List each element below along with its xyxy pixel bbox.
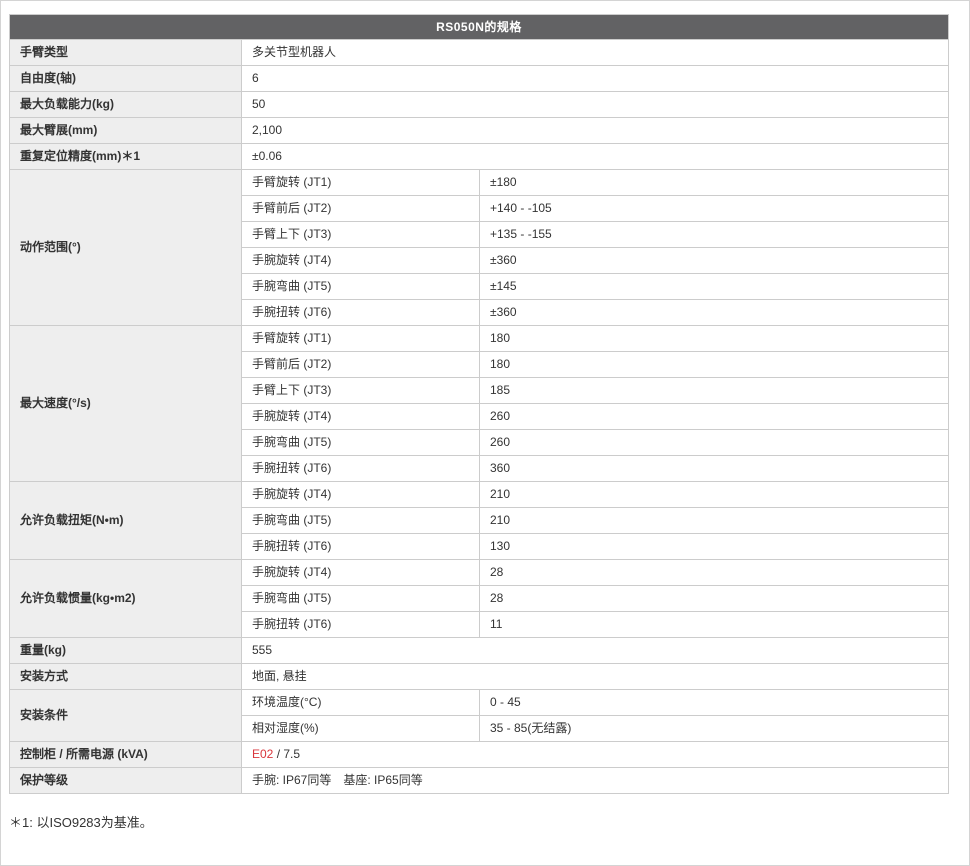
value-load-torque-jt4: 210 [480,482,949,508]
row-max-payload: 最大负载能力(kg) 50 [10,92,949,118]
value-motion-range-jt6: ±360 [480,300,949,326]
row-max-speed-jt1: 最大速度(°/s) 手臂旋转 (JT1) 180 [10,326,949,352]
joint-motion-range-jt6: 手腕扭转 (JT6) [242,300,480,326]
label-controller-power: 控制柜 / 所需电源 (kVA) [10,742,242,768]
joint-motion-range-jt5: 手腕弯曲 (JT5) [242,274,480,300]
value-motion-range-jt3: +135 - -155 [480,222,949,248]
row-arm-type: 手臂类型 多关节型机器人 [10,40,949,66]
row-load-torque-jt4: 允许负载扭矩(N•m) 手腕旋转 (JT4) 210 [10,482,949,508]
value-arm-type: 多关节型机器人 [242,40,949,66]
label-max-payload: 最大负载能力(kg) [10,92,242,118]
joint-max-speed-jt1: 手臂旋转 (JT1) [242,326,480,352]
label-load-torque: 允许负载扭矩(N•m) [10,482,242,560]
joint-motion-range-jt1: 手臂旋转 (JT1) [242,170,480,196]
label-motion-range: 动作范围(°) [10,170,242,326]
value-max-speed-jt2: 180 [480,352,949,378]
row-motion-range-jt1: 动作范围(°) 手臂旋转 (JT1) ±180 [10,170,949,196]
label-mounting: 安装方式 [10,664,242,690]
spec-table: RS050N的规格 手臂类型 多关节型机器人 自由度(轴) 6 最大负载能力(k… [9,14,949,794]
label-mass: 重量(kg) [10,638,242,664]
joint-load-inertia-jt6: 手腕扭转 (JT6) [242,612,480,638]
joint-load-inertia-jt4: 手腕旋转 (JT4) [242,560,480,586]
value-load-inertia-jt4: 28 [480,560,949,586]
label-repeatability: 重复定位精度(mm)＊1 [10,144,242,170]
row-controller-power: 控制柜 / 所需电源 (kVA) E02 / 7.5 [10,742,949,768]
value-mass: 555 [242,638,949,664]
label-max-speed: 最大速度(°/s) [10,326,242,482]
page: RS050N的规格 手臂类型 多关节型机器人 自由度(轴) 6 最大负载能力(k… [0,0,970,866]
row-load-inertia-jt4: 允许负载惯量(kg•m2) 手腕旋转 (JT4) 28 [10,560,949,586]
label-dof: 自由度(轴) [10,66,242,92]
row-protection: 保护等级 手腕: IP67同等 基座: IP65同等 [10,768,949,794]
table-title: RS050N的规格 [10,15,949,40]
value-max-speed-jt4: 260 [480,404,949,430]
row-mounting: 安装方式 地面, 悬挂 [10,664,949,690]
row-install-temperature: 安装条件 环境温度(°C) 0 - 45 [10,690,949,716]
value-motion-range-jt4: ±360 [480,248,949,274]
value-load-inertia-jt6: 11 [480,612,949,638]
label-install-conditions: 安装条件 [10,690,242,742]
value-load-torque-jt5: 210 [480,508,949,534]
joint-max-speed-jt6: 手腕扭转 (JT6) [242,456,480,482]
value-max-reach: 2,100 [242,118,949,144]
sub-install-temperature: 环境温度(°C) [242,690,480,716]
joint-load-torque-jt4: 手腕旋转 (JT4) [242,482,480,508]
joint-max-speed-jt3: 手臂上下 (JT3) [242,378,480,404]
value-max-speed-jt1: 180 [480,326,949,352]
value-mounting: 地面, 悬挂 [242,664,949,690]
value-motion-range-jt5: ±145 [480,274,949,300]
joint-max-speed-jt2: 手臂前后 (JT2) [242,352,480,378]
value-max-speed-jt6: 360 [480,456,949,482]
value-max-speed-jt5: 260 [480,430,949,456]
table-title-row: RS050N的规格 [10,15,949,40]
value-repeatability: ±0.06 [242,144,949,170]
value-install-temperature: 0 - 45 [480,690,949,716]
label-protection: 保护等级 [10,768,242,794]
row-repeatability: 重复定位精度(mm)＊1 ±0.06 [10,144,949,170]
row-dof: 自由度(轴) 6 [10,66,949,92]
label-max-reach: 最大臂展(mm) [10,118,242,144]
joint-load-torque-jt6: 手腕扭转 (JT6) [242,534,480,560]
controller-e02-link[interactable]: E02 [252,747,273,761]
joint-motion-range-jt3: 手臂上下 (JT3) [242,222,480,248]
value-load-inertia-jt5: 28 [480,586,949,612]
power-value: / 7.5 [273,747,300,761]
value-load-torque-jt6: 130 [480,534,949,560]
sub-install-humidity: 相对湿度(%) [242,716,480,742]
joint-max-speed-jt4: 手腕旋转 (JT4) [242,404,480,430]
value-dof: 6 [242,66,949,92]
value-motion-range-jt1: ±180 [480,170,949,196]
joint-motion-range-jt4: 手腕旋转 (JT4) [242,248,480,274]
value-max-payload: 50 [242,92,949,118]
row-mass: 重量(kg) 555 [10,638,949,664]
value-max-speed-jt3: 185 [480,378,949,404]
label-load-inertia: 允许负载惯量(kg•m2) [10,560,242,638]
footnote: ＊1: 以ISO9283为基准。 [9,812,969,831]
joint-load-inertia-jt5: 手腕弯曲 (JT5) [242,586,480,612]
label-arm-type: 手臂类型 [10,40,242,66]
value-protection: 手腕: IP67同等 基座: IP65同等 [242,768,949,794]
row-max-reach: 最大臂展(mm) 2,100 [10,118,949,144]
joint-motion-range-jt2: 手臂前后 (JT2) [242,196,480,222]
joint-load-torque-jt5: 手腕弯曲 (JT5) [242,508,480,534]
joint-max-speed-jt5: 手腕弯曲 (JT5) [242,430,480,456]
value-motion-range-jt2: +140 - -105 [480,196,949,222]
value-install-humidity: 35 - 85(无结露) [480,716,949,742]
value-controller-power: E02 / 7.5 [242,742,949,768]
